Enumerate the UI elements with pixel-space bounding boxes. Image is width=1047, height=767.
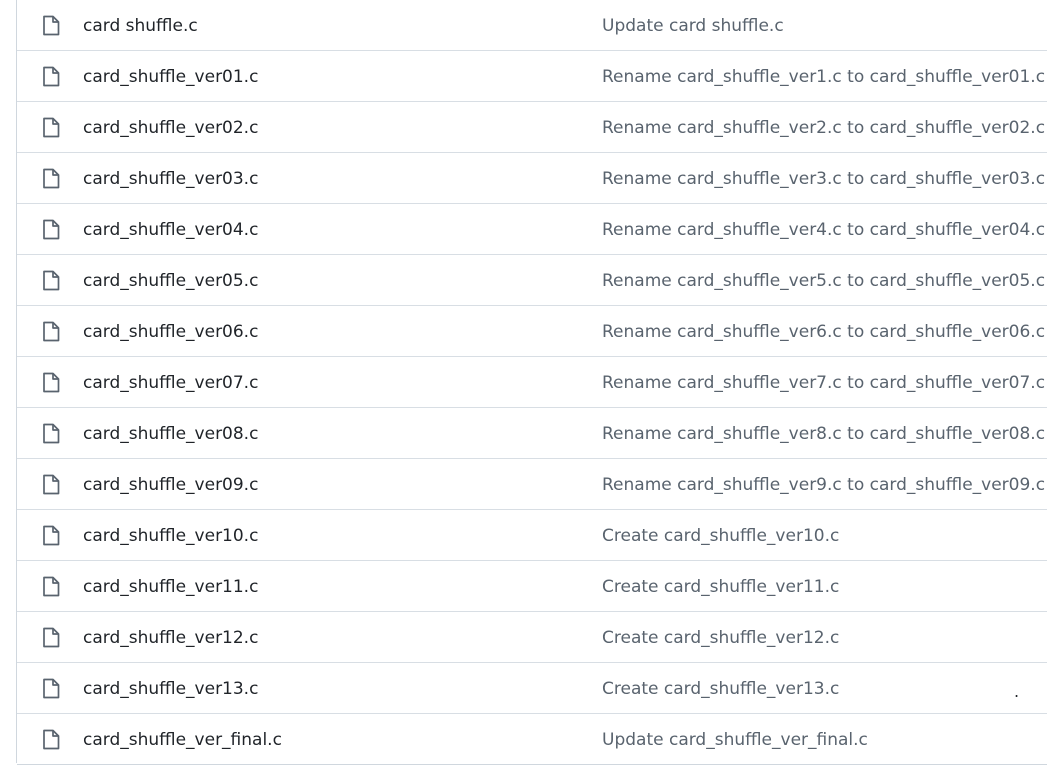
commit-message-link[interactable]: Rename card_shuffle_ver5.c to card_shuff… <box>602 255 1045 308</box>
file-row[interactable]: card_shuffle_ver04.c Rename card_shuffle… <box>17 204 1047 255</box>
file-icon <box>41 678 61 699</box>
file-name-link[interactable]: card_shuffle_ver03.c <box>83 153 258 206</box>
file-row[interactable]: card_shuffle_ver03.c Rename card_shuffle… <box>17 153 1047 204</box>
commit-message-link[interactable]: Rename card_shuffle_ver8.c to card_shuff… <box>602 408 1045 461</box>
file-name-link[interactable]: card_shuffle_ver13.c <box>83 663 258 716</box>
file-row[interactable]: card_shuffle_ver11.c Create card_shuffle… <box>17 561 1047 612</box>
file-icon <box>41 321 61 342</box>
file-name-link[interactable]: card_shuffle_ver10.c <box>83 510 258 563</box>
file-icon <box>41 15 61 36</box>
file-row[interactable]: card_shuffle_ver05.c Rename card_shuffle… <box>17 255 1047 306</box>
file-row[interactable]: card shuffle.c Update card shuffle.c <box>17 0 1047 51</box>
file-icon <box>41 117 61 138</box>
file-name-link[interactable]: card_shuffle_ver05.c <box>83 255 258 308</box>
file-icon <box>41 627 61 648</box>
file-icon <box>41 219 61 240</box>
file-name-link[interactable]: card_shuffle_ver_final.c <box>83 714 282 767</box>
file-row[interactable]: card_shuffle_ver10.c Create card_shuffle… <box>17 510 1047 561</box>
commit-message-link[interactable]: Rename card_shuffle_ver1.c to card_shuff… <box>602 51 1045 104</box>
file-icon <box>41 525 61 546</box>
commit-message-link[interactable]: Rename card_shuffle_ver4.c to card_shuff… <box>602 204 1045 257</box>
file-name-link[interactable]: card_shuffle_ver07.c <box>83 357 258 410</box>
file-icon <box>41 474 61 495</box>
file-name-link[interactable]: card_shuffle_ver06.c <box>83 306 258 359</box>
file-row[interactable]: card_shuffle_ver08.c Rename card_shuffle… <box>17 408 1047 459</box>
file-row[interactable]: card_shuffle_ver06.c Rename card_shuffle… <box>17 306 1047 357</box>
file-name-link[interactable]: card shuffle.c <box>83 0 198 53</box>
file-name-link[interactable]: card_shuffle_ver02.c <box>83 102 258 155</box>
stray-dot: . <box>1014 682 1020 701</box>
commit-message-link[interactable]: Create card_shuffle_ver11.c <box>602 561 839 614</box>
file-name-link[interactable]: card_shuffle_ver12.c <box>83 612 258 665</box>
file-row[interactable]: card_shuffle_ver07.c Rename card_shuffle… <box>17 357 1047 408</box>
file-row[interactable]: card_shuffle_ver09.c Rename card_shuffle… <box>17 459 1047 510</box>
file-icon <box>41 423 61 444</box>
file-icon <box>41 270 61 291</box>
file-icon <box>41 66 61 87</box>
commit-message-link[interactable]: Update card shuffle.c <box>602 0 784 53</box>
file-row[interactable]: card_shuffle_ver12.c Create card_shuffle… <box>17 612 1047 663</box>
commit-message-link[interactable]: Rename card_shuffle_ver6.c to card_shuff… <box>602 306 1045 359</box>
file-name-link[interactable]: card_shuffle_ver11.c <box>83 561 258 614</box>
file-icon <box>41 729 61 750</box>
commit-message-link[interactable]: Rename card_shuffle_ver3.c to card_shuff… <box>602 153 1045 206</box>
file-name-link[interactable]: card_shuffle_ver08.c <box>83 408 258 461</box>
file-icon <box>41 576 61 597</box>
commit-message-link[interactable]: Update card_shuffle_ver_final.c <box>602 714 868 767</box>
commit-message-link[interactable]: Create card_shuffle_ver10.c <box>602 510 839 563</box>
file-row[interactable]: card_shuffle_ver01.c Rename card_shuffle… <box>17 51 1047 102</box>
commit-message-link[interactable]: Create card_shuffle_ver12.c <box>602 612 839 665</box>
file-row[interactable]: card_shuffle_ver02.c Rename card_shuffle… <box>17 102 1047 153</box>
file-name-link[interactable]: card_shuffle_ver01.c <box>83 51 258 104</box>
commit-message-link[interactable]: Create card_shuffle_ver13.c <box>602 663 839 716</box>
commit-message-link[interactable]: Rename card_shuffle_ver7.c to card_shuff… <box>602 357 1045 410</box>
file-icon <box>41 372 61 393</box>
file-icon <box>41 168 61 189</box>
commit-message-link[interactable]: Rename card_shuffle_ver9.c to card_shuff… <box>602 459 1045 512</box>
file-row[interactable]: card_shuffle_ver13.c Create card_shuffle… <box>17 663 1047 714</box>
file-name-link[interactable]: card_shuffle_ver09.c <box>83 459 258 512</box>
file-name-link[interactable]: card_shuffle_ver04.c <box>83 204 258 257</box>
file-list: card shuffle.c Update card shuffle.c car… <box>16 0 1047 765</box>
file-row[interactable]: card_shuffle_ver_final.c Update card_shu… <box>17 714 1047 765</box>
commit-message-link[interactable]: Rename card_shuffle_ver2.c to card_shuff… <box>602 102 1045 155</box>
